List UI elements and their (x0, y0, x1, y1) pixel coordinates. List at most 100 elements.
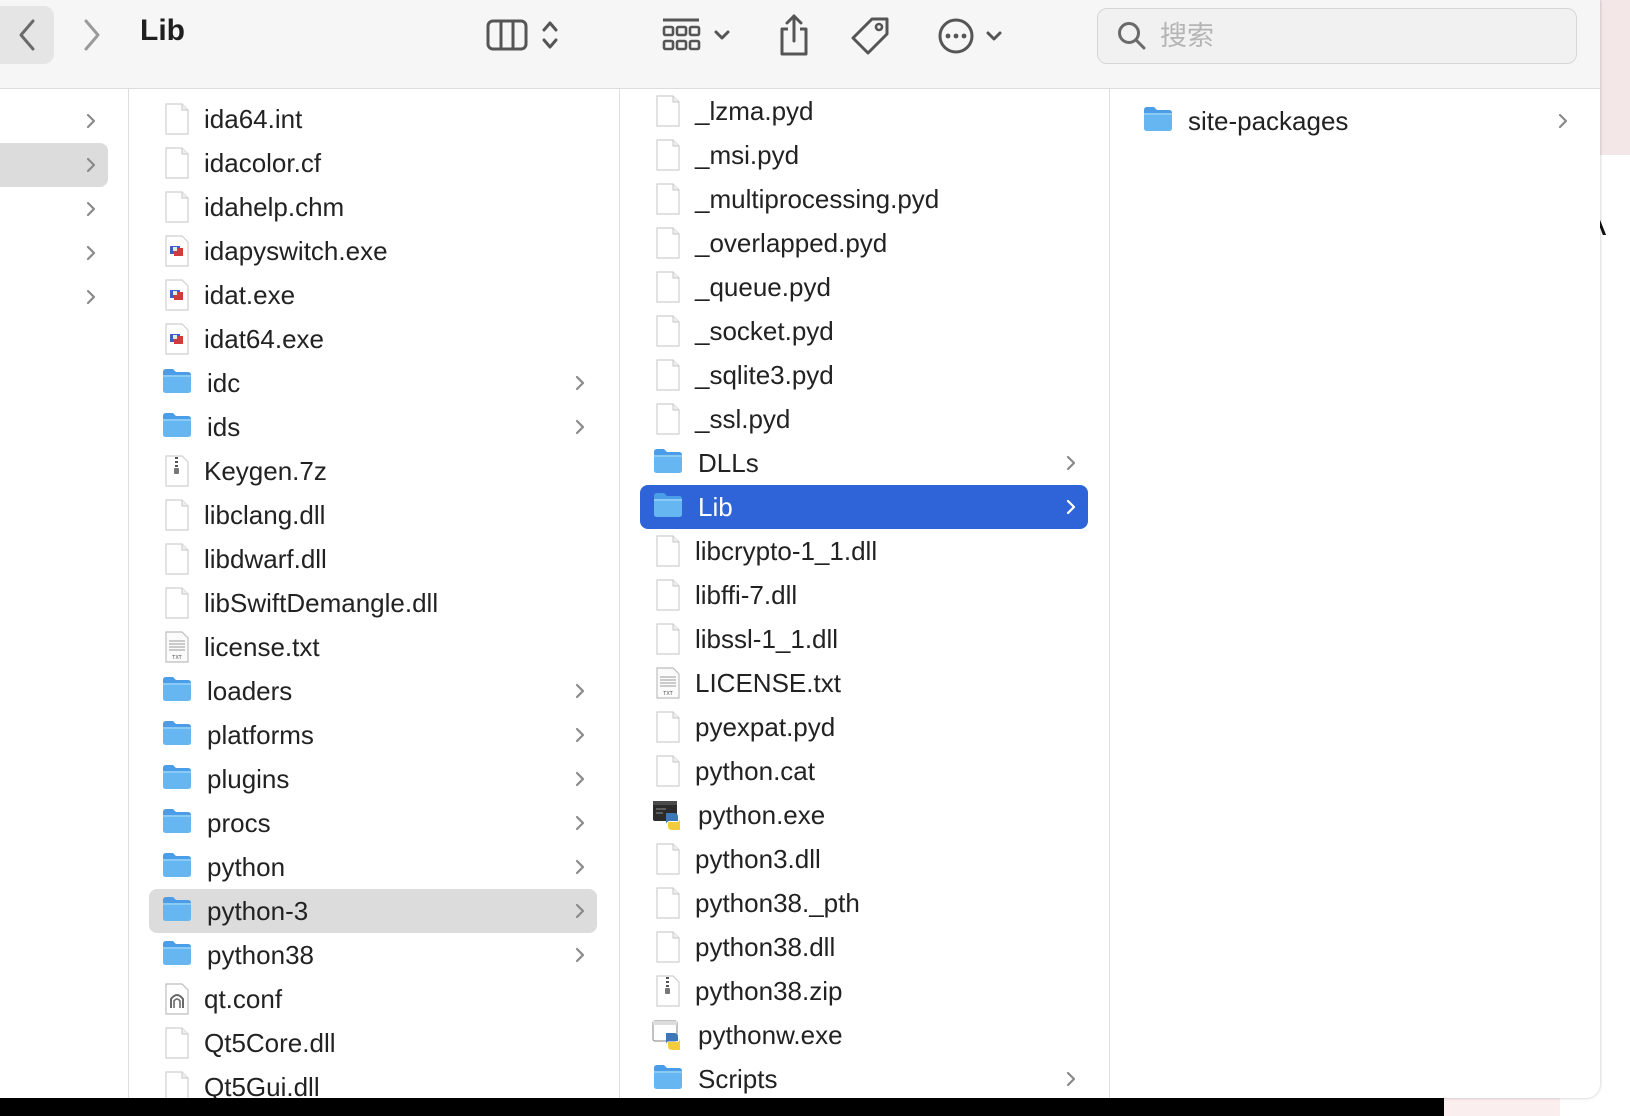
file-row[interactable]: python38._pth (640, 881, 1088, 925)
folder-row[interactable]: plugins (149, 757, 597, 801)
file-row[interactable]: _ssl.pyd (640, 397, 1088, 441)
window-title: Lib (140, 14, 185, 47)
more-actions-button[interactable] (936, 14, 1004, 58)
file-row[interactable]: idacolor.cf (149, 141, 597, 185)
file-row[interactable]: _sqlite3.pyd (640, 353, 1088, 397)
item-name: python3.dll (695, 843, 821, 874)
file-row[interactable]: libssl-1_1.dll (640, 617, 1088, 661)
file-row[interactable]: pythonw.exe (640, 1013, 1088, 1057)
column-view-icon (486, 19, 528, 51)
file-row[interactable]: _lzma.pyd (640, 89, 1088, 133)
folder-icon (652, 447, 684, 479)
chevron-right-icon (575, 859, 585, 875)
folder-row[interactable]: Lib (640, 485, 1088, 529)
document-icon (655, 887, 681, 919)
column-3[interactable]: site-packages (1110, 89, 1600, 1098)
item-name: _sqlite3.pyd (695, 359, 834, 390)
archive-icon (655, 975, 681, 1007)
folder-row[interactable]: ids (149, 405, 597, 449)
item-name: idc (207, 367, 241, 398)
folder-row[interactable]: Scripts (640, 1057, 1088, 1098)
sidebar-folder-row[interactable] (0, 143, 108, 187)
folder-row[interactable]: site-packages (1130, 99, 1580, 143)
sidebar-folder-row[interactable] (0, 231, 108, 275)
column-1[interactable]: ida64.int idacolor.cf idahelp.chm idapyswit… (129, 89, 620, 1098)
folder-icon (652, 491, 684, 523)
view-mode-button[interactable] (478, 14, 568, 56)
group-button[interactable] (658, 14, 734, 56)
file-row[interactable]: python3.dll (640, 837, 1088, 881)
file-row[interactable]: libdwarf.dll (149, 537, 597, 581)
item-name: python38._pth (695, 887, 860, 918)
chevron-right-icon (86, 157, 96, 173)
file-row[interactable]: _multiprocessing.pyd (640, 177, 1088, 221)
folder-row[interactable]: platforms (149, 713, 597, 757)
item-name: procs (207, 807, 271, 838)
item-name: Lib (698, 491, 733, 522)
file-row[interactable]: libclang.dll (149, 493, 597, 537)
folder-icon (161, 939, 193, 971)
file-row[interactable]: python38.dll (640, 925, 1088, 969)
file-row[interactable]: Keygen.7z (149, 449, 597, 493)
file-row[interactable]: python38.zip (640, 969, 1088, 1013)
document-icon (655, 183, 681, 215)
item-name: _socket.pyd (695, 315, 834, 346)
item-name: loaders (207, 675, 293, 706)
share-button[interactable] (774, 10, 814, 60)
folder-row[interactable]: procs (149, 801, 597, 845)
forward-button[interactable] (70, 6, 114, 64)
folder-row[interactable]: python (149, 845, 597, 889)
file-row[interactable]: libffi-7.dll (640, 573, 1088, 617)
document-icon (164, 103, 190, 135)
file-row[interactable]: qt.conf (149, 977, 597, 1021)
file-row[interactable]: _overlapped.pyd (640, 221, 1088, 265)
folder-row[interactable]: idc (149, 361, 597, 405)
taskbar (0, 1096, 1444, 1116)
file-row[interactable]: python.cat (640, 749, 1088, 793)
text-file-icon: TXT (164, 631, 190, 663)
exe-file-icon (164, 279, 190, 311)
file-row[interactable]: idat64.exe (149, 317, 597, 361)
svg-text:TXT: TXT (171, 655, 182, 661)
column-2[interactable]: _lzma.pyd _msi.pyd _multiprocessing.pyd _ov… (620, 89, 1110, 1098)
search-input[interactable] (1158, 19, 1542, 53)
file-row[interactable]: TXT LICENSE.txt (640, 661, 1088, 705)
chevron-left-icon (19, 19, 35, 51)
file-row[interactable]: idapyswitch.exe (149, 229, 597, 273)
file-row[interactable]: Qt5Core.dll (149, 1021, 597, 1065)
chevron-right-icon (575, 683, 585, 699)
item-name: python (207, 851, 286, 882)
folder-row[interactable]: python38 (149, 933, 597, 977)
column-0[interactable] (0, 89, 129, 1098)
file-row[interactable]: _socket.pyd (640, 309, 1088, 353)
file-row[interactable]: _msi.pyd (640, 133, 1088, 177)
folder-icon (161, 411, 193, 443)
file-row[interactable]: python.exe (640, 793, 1088, 837)
tag-icon (851, 17, 889, 55)
folder-icon (161, 807, 193, 839)
folder-row[interactable]: loaders (149, 669, 597, 713)
tag-button[interactable] (848, 14, 892, 58)
item-name: _multiprocessing.pyd (695, 183, 940, 214)
file-row[interactable]: _queue.pyd (640, 265, 1088, 309)
folder-row[interactable]: DLLs (640, 441, 1088, 485)
sidebar-folder-row[interactable] (0, 187, 108, 231)
item-name: libclang.dll (204, 499, 326, 530)
folder-row[interactable]: python-3 (149, 889, 597, 933)
file-row[interactable]: TXT license.txt (149, 625, 597, 669)
chevron-right-icon (1066, 1071, 1076, 1087)
back-button[interactable] (0, 6, 54, 64)
config-file-icon (164, 983, 190, 1015)
search-field[interactable] (1097, 8, 1577, 64)
file-row[interactable]: idat.exe (149, 273, 597, 317)
file-row[interactable]: ida64.int (149, 97, 597, 141)
document-icon (655, 623, 681, 655)
file-row[interactable]: libcrypto-1_1.dll (640, 529, 1088, 573)
file-row[interactable]: pyexpat.pyd (640, 705, 1088, 749)
sidebar-folder-row[interactable] (0, 275, 108, 319)
file-row[interactable]: Qt5Gui.dll (149, 1065, 597, 1098)
sidebar-folder-row[interactable] (0, 99, 108, 143)
file-row[interactable]: libSwiftDemangle.dll (149, 581, 597, 625)
chevron-right-icon (575, 903, 585, 919)
file-row[interactable]: idahelp.chm (149, 185, 597, 229)
